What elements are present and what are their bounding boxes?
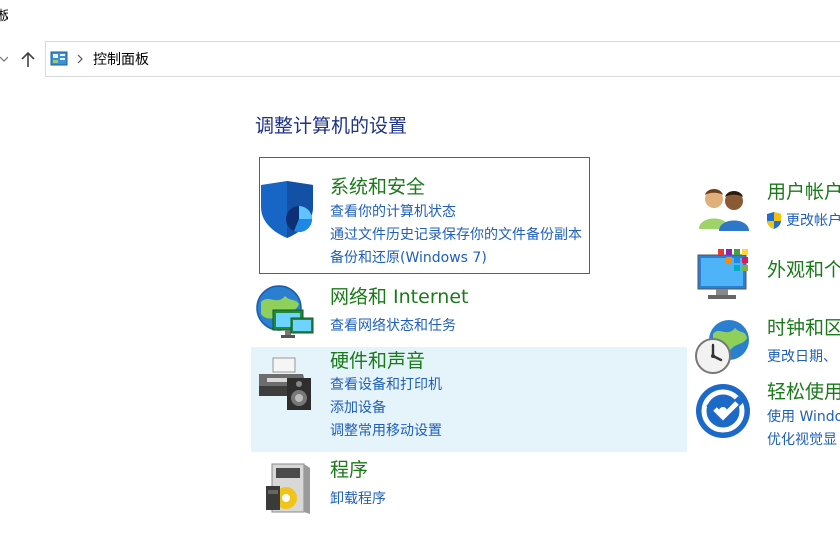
link-view-devices-printers[interactable]: 查看设备和打印机 [330,376,442,394]
chevron-down-icon [0,56,9,62]
category-network-internet-title[interactable]: 网络和 Internet [330,285,468,309]
window-title: 板 [0,9,8,24]
category-user-accounts-title[interactable]: 用户帐户 [767,180,840,204]
link-uninstall-program[interactable]: 卸载程序 [330,490,386,508]
category-clock-region-title[interactable]: 时钟和区 [767,316,840,340]
recent-locations-dropdown[interactable] [0,52,9,66]
up-button[interactable] [18,49,38,71]
link-change-date-time[interactable]: 更改日期、 [767,348,840,366]
category-hardware-sound-title[interactable]: 硬件和声音 [330,349,425,373]
printer-speaker-icon[interactable] [257,356,317,412]
category-programs-title[interactable]: 程序 [330,458,368,482]
link-let-windows-suggest[interactable]: 使用 Windo [767,408,840,426]
clock-globe-icon[interactable] [693,318,753,376]
link-mobility-settings[interactable]: 调整常用移动设置 [330,422,442,440]
page-title: 调整计算机的设置 [255,115,408,137]
users-icon[interactable] [697,185,751,233]
control-panel-icon [50,51,68,67]
selection-rectangle [259,157,590,274]
ease-of-access-icon[interactable] [695,383,751,439]
appearance-monitor-icon[interactable] [696,247,752,303]
category-appearance-title[interactable]: 外观和个 [767,258,840,282]
arrow-up-icon [21,52,35,67]
network-globe-icon[interactable] [255,284,317,344]
address-bar[interactable]: 控制面板 [45,41,840,77]
breadcrumb-chevron-icon[interactable] [76,51,84,71]
link-change-account-type[interactable]: 更改帐户 [786,212,840,230]
link-optimize-visual-display[interactable]: 优化视觉显 [767,431,840,449]
breadcrumb-item-control-panel[interactable]: 控制面板 [93,51,149,69]
uac-shield-icon [766,212,782,230]
programs-box-icon[interactable] [264,460,312,516]
link-view-network-status[interactable]: 查看网络状态和任务 [330,317,456,335]
link-add-device[interactable]: 添加设备 [330,399,386,417]
category-ease-of-access-title[interactable]: 轻松使用 [767,380,840,404]
